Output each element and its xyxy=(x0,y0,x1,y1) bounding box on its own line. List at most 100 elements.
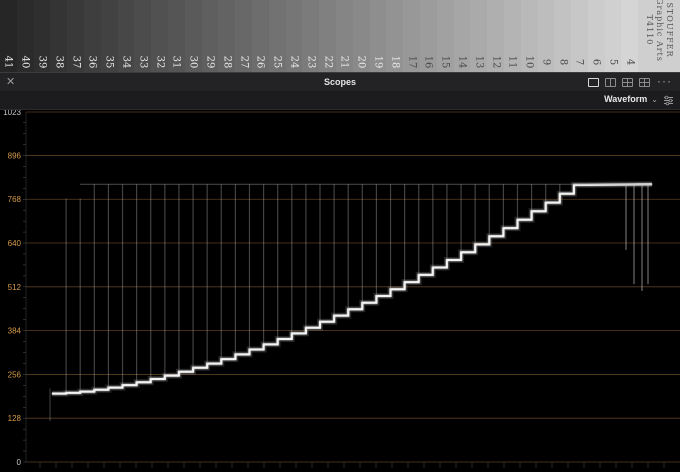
tablet-step-number: 13 xyxy=(473,55,485,69)
tablet-step-number: 38 xyxy=(53,55,65,69)
waveform-scope: 1023 896 768 640 512 384 256 128 0 xyxy=(0,110,680,472)
tablet-step: 11 xyxy=(503,0,521,72)
scope-mode-bar: Waveform ⌄ xyxy=(0,92,680,110)
tablet-step-number: 23 xyxy=(305,55,317,69)
tablet-step: 5 xyxy=(604,0,622,72)
tablet-step-number: 4 xyxy=(624,58,636,66)
scope-settings-icon[interactable] xyxy=(663,95,674,106)
tablet-step: 19 xyxy=(369,0,387,72)
tablet-step-number: 10 xyxy=(523,55,535,69)
tablet-step: 33 xyxy=(134,0,152,72)
tablet-step: 13 xyxy=(470,0,488,72)
waveform-plot: 1023 896 768 640 512 384 256 128 0 xyxy=(3,110,680,468)
grayscale-step-tablet: 41 40 39 38 37 36 35 34 33 32 31 30 29 28 27 26 25 24 23 22… xyxy=(0,0,680,72)
scope-type-label: Waveform xyxy=(604,94,648,104)
tablet-step-number: 20 xyxy=(355,55,367,69)
tablet-step-number: 28 xyxy=(221,55,233,69)
single-view-icon[interactable] xyxy=(588,78,599,87)
scale-label: 512 xyxy=(8,283,22,292)
tablet-step-number: 37 xyxy=(70,55,82,69)
tablet-step-number: 9 xyxy=(540,58,552,66)
tablet-step: 15 xyxy=(436,0,454,72)
tablet-step-number: 14 xyxy=(456,55,468,69)
tablet-step-number: 34 xyxy=(120,55,132,69)
tablet-step: 27 xyxy=(235,0,252,72)
tablet-step-number: 24 xyxy=(288,55,300,69)
tablet-step-number: 35 xyxy=(103,55,115,69)
scale-label: 0 xyxy=(17,458,22,467)
tablet-step-number: 22 xyxy=(322,55,334,69)
tablet-step: 23 xyxy=(302,0,320,72)
scale-label: 1023 xyxy=(3,110,21,117)
tablet-step: 7 xyxy=(571,0,588,72)
tablet-step: 17 xyxy=(403,0,420,72)
tablet-step-number: 31 xyxy=(170,55,182,69)
tablet-step: 10 xyxy=(520,0,538,72)
quad-view-icon[interactable] xyxy=(622,78,633,87)
tablet-step: 20 xyxy=(352,0,370,72)
tablet-step-number: 15 xyxy=(439,55,451,69)
brand-line-1: STOUFFER xyxy=(665,2,675,58)
tablet-step: 9 xyxy=(537,0,555,72)
quad-grid-icon[interactable] xyxy=(639,78,650,87)
tablet-step-number: 16 xyxy=(422,55,434,69)
scale-label: 256 xyxy=(8,370,22,379)
tablet-step-number: 32 xyxy=(154,55,166,69)
tablet-step: 8 xyxy=(554,0,572,72)
tablet-step: 25 xyxy=(268,0,286,72)
tablet-step: 24 xyxy=(285,0,303,72)
tablet-step: 32 xyxy=(151,0,168,72)
tablet-step-number: 11 xyxy=(506,55,518,69)
tablet-step-number: 18 xyxy=(389,55,401,69)
tablet-step: 21 xyxy=(335,0,353,72)
tablet-step: 35 xyxy=(100,0,118,72)
scale-label: 128 xyxy=(8,414,22,423)
tablet-brand: STOUFFER Graphic Arts T4110 xyxy=(644,0,674,62)
tablet-step-number: 36 xyxy=(86,55,98,69)
dual-view-icon[interactable] xyxy=(605,78,616,87)
tablet-brand-area: STOUFFER Graphic Arts T4110 xyxy=(638,0,680,72)
tablet-step: 26 xyxy=(251,0,269,72)
tablet-step: 41 xyxy=(0,0,17,72)
tablet-step: 30 xyxy=(184,0,202,72)
tablet-step: 12 xyxy=(487,0,504,72)
more-options-icon[interactable]: ··· xyxy=(657,74,672,88)
tablet-step-number: 17 xyxy=(406,55,418,69)
panel-title: Scopes xyxy=(323,77,356,87)
tablet-step-number: 39 xyxy=(36,55,48,69)
tablet-step-number: 25 xyxy=(271,55,283,69)
tablet-step: 38 xyxy=(50,0,68,72)
tablet-step-number: 27 xyxy=(238,55,250,69)
tablet-step-number: 33 xyxy=(137,55,149,69)
scale-label: 896 xyxy=(8,151,22,160)
tablet-step-number: 12 xyxy=(490,55,501,69)
tablet-step: 16 xyxy=(419,0,437,72)
tablet-step-number: 6 xyxy=(590,58,602,66)
tablet-step: 31 xyxy=(167,0,185,72)
chevron-down-icon: ⌄ xyxy=(651,94,658,104)
tablet-step: 4 xyxy=(621,0,639,72)
scopes-panel-header: ✕ Scopes ··· xyxy=(0,72,680,92)
tablet-step: 37 xyxy=(67,0,84,72)
tablet-step-number: 8 xyxy=(557,58,569,66)
brand-line-3: T4110 xyxy=(645,14,655,46)
scale-label: 384 xyxy=(8,327,22,336)
tablet-step-number: 7 xyxy=(573,58,585,66)
tablet-step-number: 29 xyxy=(204,55,216,69)
scope-type-dropdown[interactable]: Waveform ⌄ xyxy=(604,94,658,104)
tablet-step-number: 19 xyxy=(372,55,384,69)
tablet-step: 29 xyxy=(201,0,219,72)
tablet-step: 22 xyxy=(319,0,336,72)
scale-label: 640 xyxy=(8,239,22,248)
tablet-step-number: 26 xyxy=(254,55,266,69)
tablet-step: 18 xyxy=(386,0,404,72)
waveform-trace xyxy=(52,183,653,395)
tablet-step: 14 xyxy=(453,0,471,72)
tablet-step: 36 xyxy=(83,0,101,72)
tablet-step-number: 21 xyxy=(338,55,350,69)
waveform-haze xyxy=(52,181,653,397)
scale-label: 768 xyxy=(8,195,22,204)
close-icon[interactable]: ✕ xyxy=(6,75,15,88)
tablet-step: 6 xyxy=(587,0,605,72)
tablet-step-number: 41 xyxy=(2,55,14,69)
